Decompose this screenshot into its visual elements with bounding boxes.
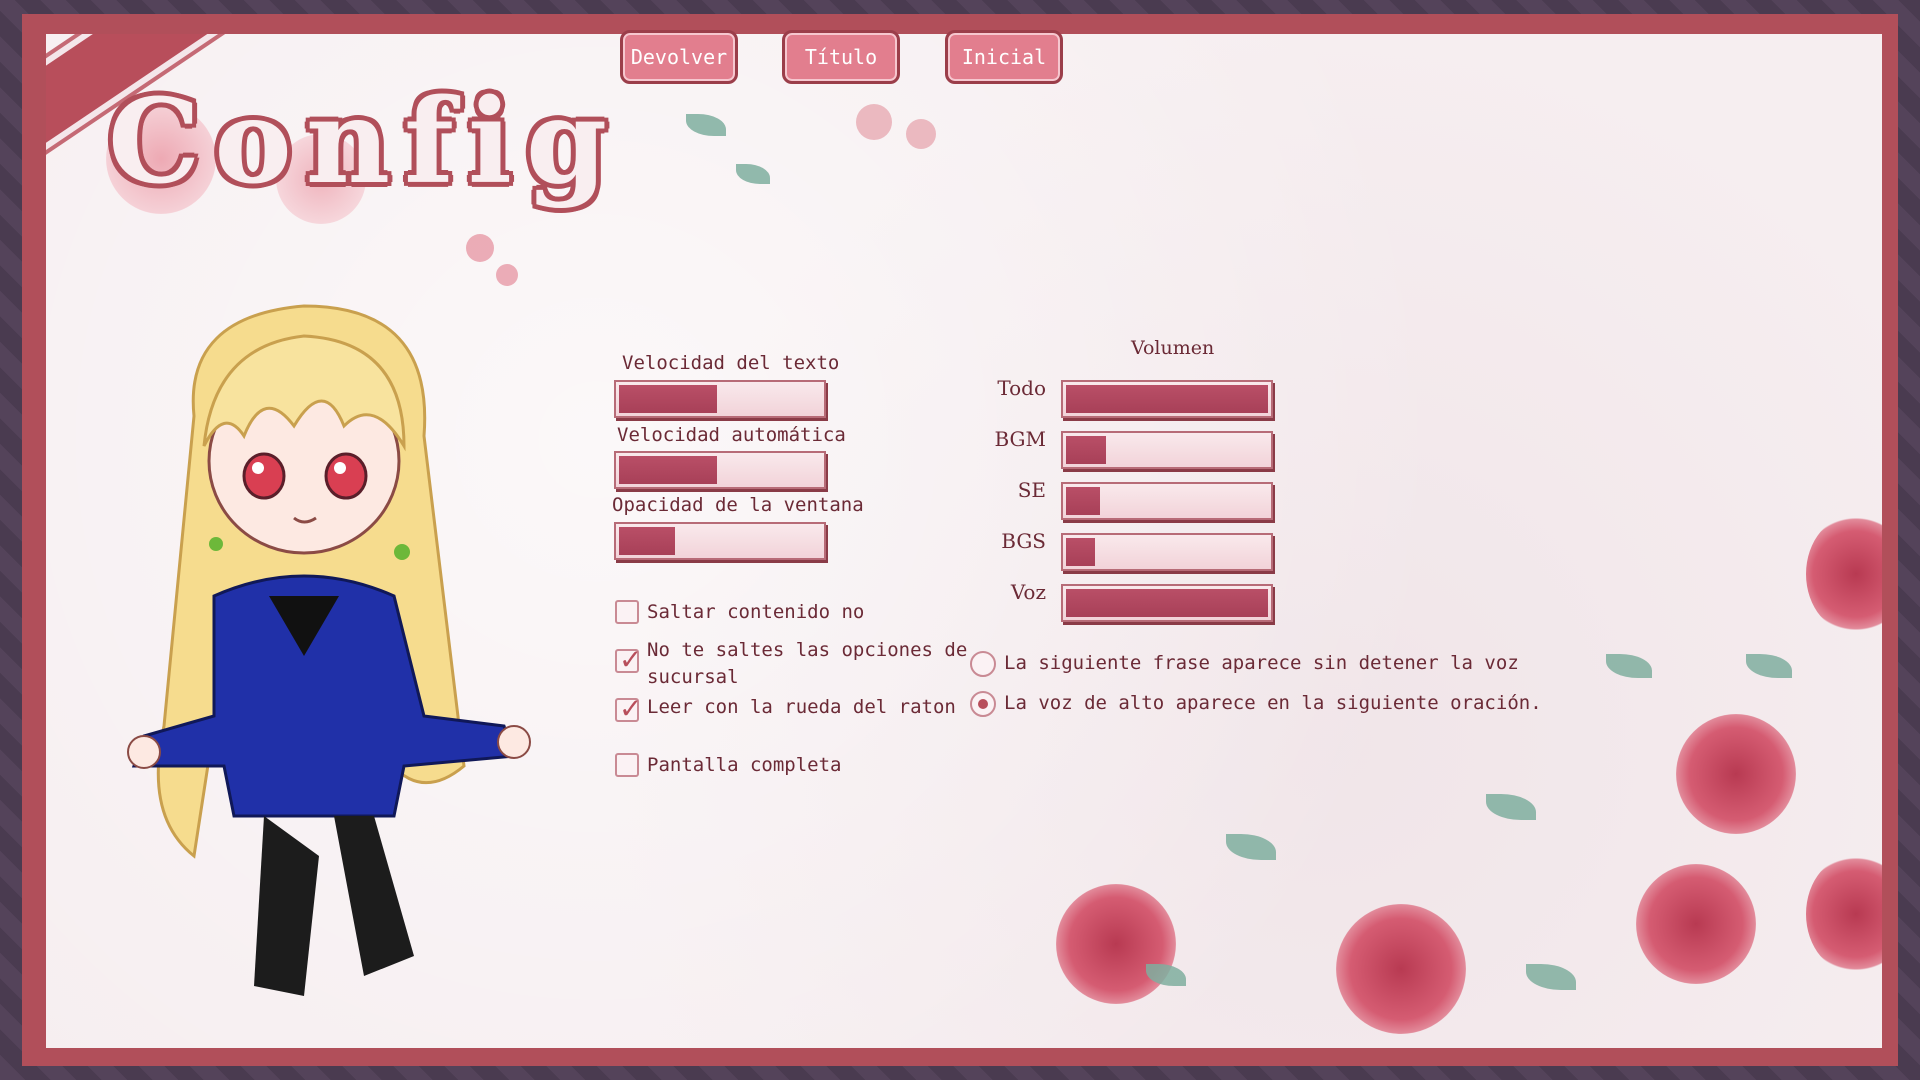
volume-bgm-slider[interactable] — [1061, 431, 1273, 469]
fullscreen-checkbox[interactable]: ✓ — [615, 753, 639, 777]
rose-decoration — [1806, 514, 1882, 634]
skip-unread-checkbox[interactable]: ✓ — [615, 600, 639, 624]
slider-fill — [1066, 589, 1268, 617]
text-speed-slider[interactable] — [614, 380, 826, 418]
slider-fill — [619, 456, 717, 484]
volume-bgm-label: BGM — [994, 427, 1046, 451]
slider-fill — [1066, 385, 1268, 413]
window-opacity-label: Opacidad de la ventana — [612, 494, 864, 516]
no-skip-branch-label-cont: sucursal — [647, 666, 739, 688]
no-skip-branch-checkbox[interactable]: ✓ — [615, 643, 642, 676]
volume-voice-label: Voz — [1010, 580, 1046, 604]
berry-decoration — [466, 234, 494, 262]
leaf-decoration — [1226, 834, 1276, 860]
rose-decoration — [1336, 904, 1466, 1034]
voice-continue-radio[interactable] — [970, 651, 996, 677]
volume-se-slider[interactable] — [1061, 482, 1273, 520]
radio-dot — [978, 699, 988, 709]
window-opacity-slider[interactable] — [614, 522, 826, 560]
volume-bgs-label: BGS — [1001, 529, 1046, 553]
title-screen-button[interactable]: Título — [782, 30, 900, 84]
fullscreen-label: Pantalla completa — [647, 754, 842, 776]
auto-speed-slider[interactable] — [614, 451, 826, 489]
check-icon: ✓ — [619, 692, 643, 725]
voice-stop-label: La voz de alto aparece en la siguiente o… — [1004, 692, 1542, 714]
leaf-decoration — [686, 114, 726, 136]
skip-unread-label: Saltar contenido no — [647, 601, 865, 623]
berry-decoration — [856, 104, 892, 140]
rose-decoration — [1806, 854, 1882, 974]
leaf-decoration — [1526, 964, 1576, 990]
auto-speed-label: Velocidad automática — [617, 424, 846, 446]
return-button[interactable]: Devolver — [620, 30, 738, 84]
wheel-read-checkbox[interactable]: ✓ — [615, 692, 642, 725]
slider-fill — [1066, 436, 1106, 464]
volume-all-slider[interactable] — [1061, 380, 1273, 418]
volume-bgs-slider[interactable] — [1061, 533, 1273, 571]
character-illustration — [127, 304, 531, 996]
rose-decoration — [1636, 864, 1756, 984]
voice-stop-radio[interactable] — [970, 691, 996, 717]
check-icon: ✓ — [619, 643, 643, 676]
home-button[interactable]: Inicial — [945, 30, 1063, 84]
slider-fill — [1066, 487, 1100, 515]
slider-fill — [619, 385, 717, 413]
leaf-decoration — [1486, 794, 1536, 820]
page-title: Config — [108, 74, 622, 210]
volume-heading: Volumen — [1131, 337, 1215, 359]
leaf-decoration — [1606, 654, 1652, 678]
rose-decoration — [1676, 714, 1796, 834]
berry-decoration — [906, 119, 936, 149]
berry-decoration — [496, 264, 518, 286]
text-speed-label: Velocidad del texto — [622, 352, 840, 374]
no-skip-branch-label: No te saltes las opciones de — [647, 639, 968, 661]
leaf-decoration — [736, 164, 770, 184]
volume-voice-slider[interactable] — [1061, 584, 1273, 622]
wheel-read-label: Leer con la rueda del raton — [647, 696, 956, 718]
slider-fill — [1066, 538, 1096, 566]
slider-fill — [619, 527, 676, 555]
leaf-decoration — [1746, 654, 1792, 678]
volume-se-label: SE — [1017, 478, 1046, 502]
rose-decoration — [1056, 884, 1176, 1004]
voice-continue-label: La siguiente frase aparece sin detener l… — [1004, 652, 1519, 674]
volume-all-label: Todo — [997, 376, 1046, 400]
